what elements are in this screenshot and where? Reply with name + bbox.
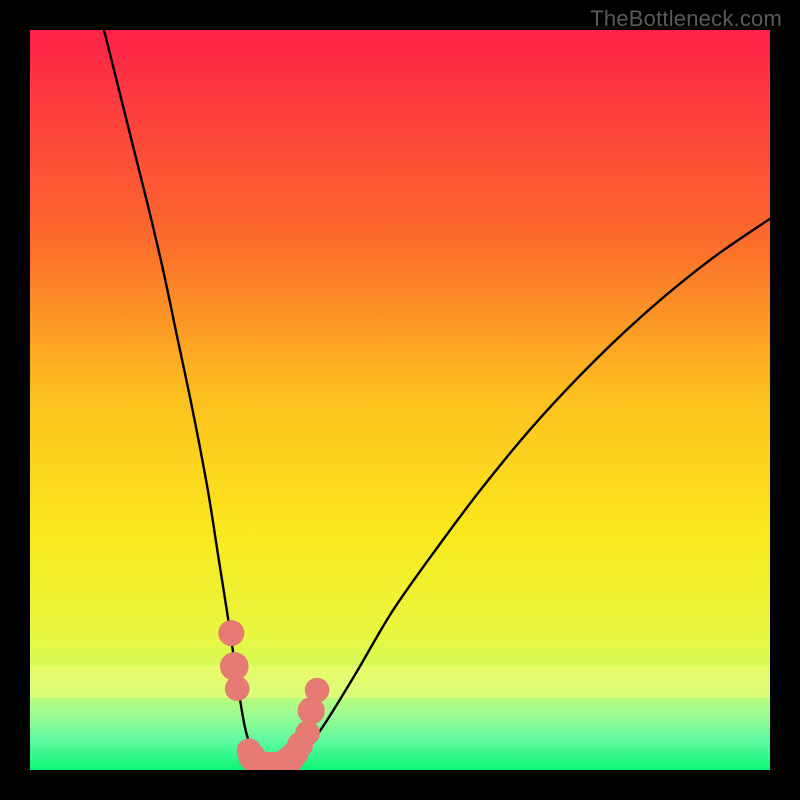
valley-point <box>225 676 250 701</box>
figure-frame: TheBottleneck.com <box>0 0 800 800</box>
gradient-background <box>30 30 770 770</box>
valley-point <box>305 678 330 703</box>
watermark-label: TheBottleneck.com <box>590 6 782 32</box>
valley-point <box>218 620 244 646</box>
chart-svg <box>30 30 770 770</box>
valley-point <box>295 721 320 746</box>
plot-area <box>30 30 770 770</box>
valley-point <box>220 652 249 681</box>
band-highlight <box>30 666 770 698</box>
